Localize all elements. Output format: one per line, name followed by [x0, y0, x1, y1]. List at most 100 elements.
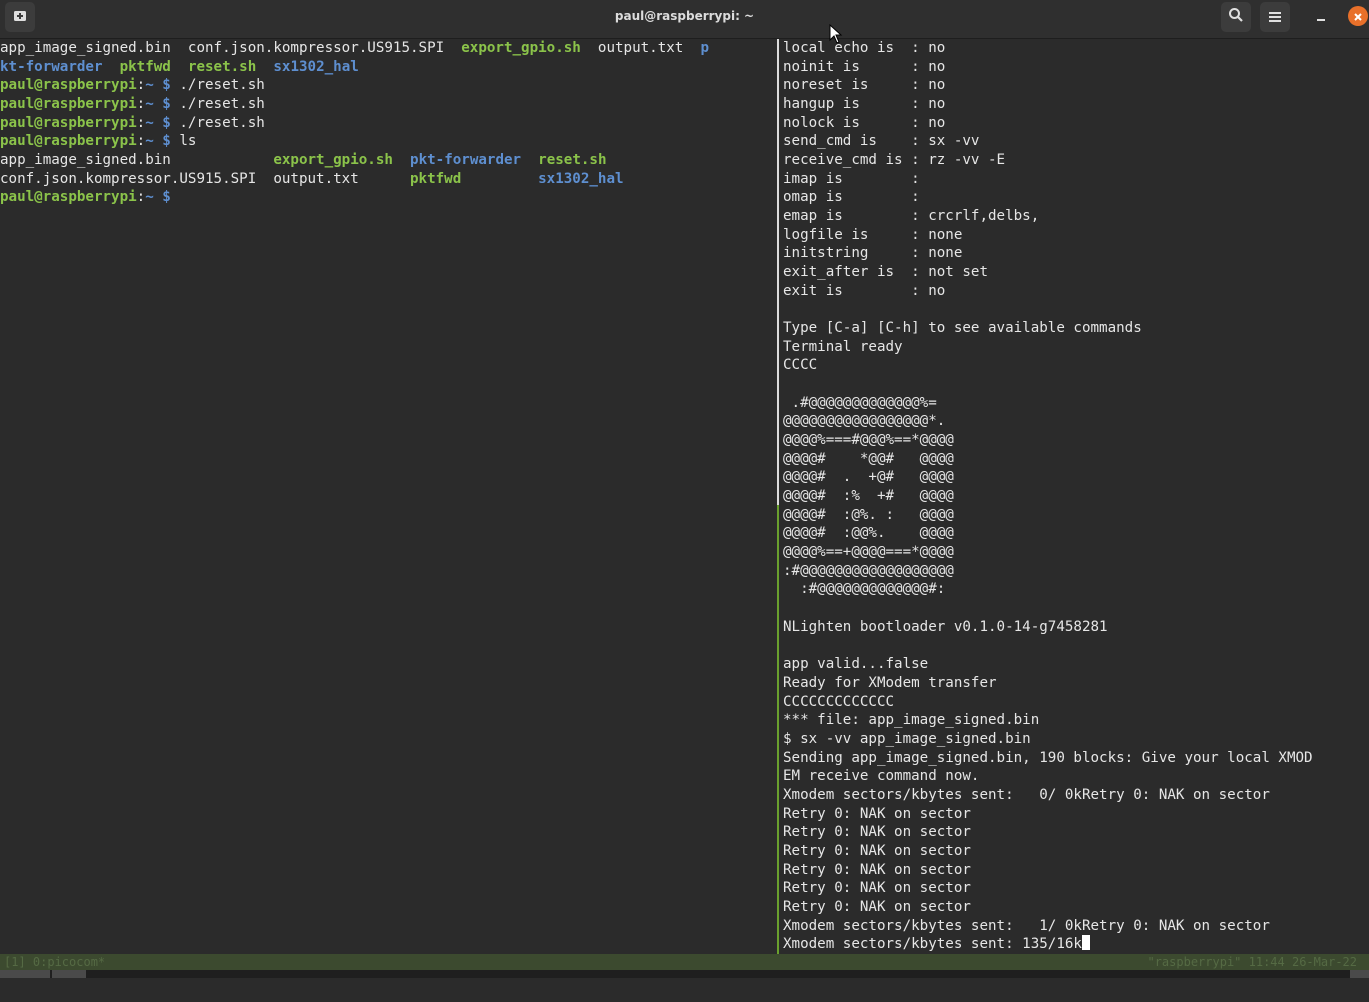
terminal-text: imap is : [783, 170, 920, 187]
terminal-text: local echo is : no [783, 40, 946, 56]
search-button[interactable] [1221, 2, 1251, 32]
terminal-line: imap is : [783, 170, 1369, 189]
taskbar-item[interactable] [52, 970, 86, 978]
terminal-text: paul@raspberrypi [0, 114, 137, 131]
terminal-line: @@@@# :@@%. @@@@ [783, 524, 1369, 543]
terminal-text: Xmodem sectors/kbytes sent: 1/ 0kRetry 0… [783, 917, 1270, 934]
terminal-text: $ sx -vv app_image_signed.bin [783, 730, 1031, 747]
terminal-text: app_image_signed.bin [0, 152, 274, 169]
terminal-text: .#@@@@@@@@@@@@@%= [783, 394, 937, 411]
taskbar-item[interactable] [1350, 970, 1369, 978]
terminal-line: app_image_signed.bin export_gpio.sh pkt-… [0, 151, 776, 170]
terminal-line: Retry 0: NAK on sector [783, 898, 1369, 917]
window-title: paul@raspberrypi: ~ [614, 9, 755, 23]
terminal-text: : [136, 96, 146, 113]
terminal-line: logfile is : none [783, 226, 1369, 245]
terminal-line: *** file: app_image_signed.bin [783, 711, 1369, 730]
terminal-line: @@@@# :% +# @@@@ [783, 487, 1369, 506]
terminal-line: app valid...false [783, 655, 1369, 674]
terminal-text: ~ $ [145, 77, 171, 94]
terminal-text: @@@@%==+@@@@===*@@@@ [783, 544, 954, 561]
terminal-line: app_image_signed.bin conf.json.kompresso… [0, 39, 776, 58]
terminal-text: send_cmd is : sx -vv [783, 133, 980, 150]
terminal-text: reset.sh [187, 58, 257, 75]
terminal-text: conf.json.kompressor.US915.SPI output.tx… [0, 170, 410, 187]
terminal-line: Xmodem sectors/kbytes sent: 0/ 0kRetry 0… [783, 786, 1369, 805]
terminal-text: :#@@@@@@@@@@@@@#: [783, 581, 946, 598]
terminal-text: ~ $ [145, 96, 171, 113]
terminal-text: @@@@# :@@%. @@@@ [783, 525, 954, 542]
terminal-text: @@@@@@@@@@@@@@@@@*. [783, 413, 946, 430]
terminal-text: noinit is : no [783, 58, 946, 75]
terminal-text: CCCC [783, 357, 818, 374]
terminal-text: app valid...false [783, 656, 929, 673]
terminal-line: noinit is : no [783, 58, 1369, 77]
minimize-button[interactable] [1311, 6, 1331, 26]
terminal-line: paul@raspberrypi:~ $ ./reset.sh [0, 95, 776, 114]
status-host-time: "raspberrypi" 11:44 26-Mar-22 [1147, 955, 1357, 969]
status-window-list: [1] 0:picocom* [4, 955, 106, 969]
left-terminal-pane[interactable]: app_image_signed.bin conf.json.kompresso… [0, 39, 776, 954]
terminal-text: output.txt [580, 40, 701, 56]
terminal-line: Xmodem sectors/kbytes sent: 135/16k [783, 935, 1369, 954]
terminal-line: initstring : none [783, 244, 1369, 263]
terminal-text: @@@@%===#@@@%==*@@@@ [783, 432, 954, 449]
terminal-text: kt-forwarder [0, 58, 103, 75]
close-icon [1353, 7, 1363, 26]
terminal-text: : [136, 189, 146, 206]
terminal-line: :#@@@@@@@@@@@@@#: [783, 580, 1369, 599]
terminal-text: Retry 0: NAK on sector [783, 880, 971, 897]
terminal-line: paul@raspberrypi:~ $ ls [0, 132, 776, 151]
terminal-text: paul@raspberrypi [0, 77, 137, 94]
terminal-text: Retry 0: NAK on sector [783, 861, 971, 878]
terminal-line: @@@@%===#@@@%==*@@@@ [783, 431, 1369, 450]
terminal-text: @@@@# :% +# @@@@ [783, 488, 954, 505]
terminal-text: CCCCCCCCCCCCC [783, 693, 895, 710]
terminal-text: pktfwd [119, 58, 171, 75]
terminal-line: conf.json.kompressor.US915.SPI output.tx… [0, 170, 776, 189]
terminal-text: NLighten bootloader v0.1.0-14-g7458281 [783, 618, 1108, 635]
terminal-line: EM receive command now. [783, 767, 1369, 786]
terminal-text: export_gpio.sh [461, 40, 581, 56]
terminal-line: :#@@@@@@@@@@@@@@@@@@ [783, 562, 1369, 581]
terminal-line: Xmodem sectors/kbytes sent: 1/ 0kRetry 0… [783, 917, 1369, 936]
terminal-line: @@@@%==+@@@@===*@@@@ [783, 543, 1369, 562]
terminal-line: Ready for XModem transfer [783, 674, 1369, 693]
terminal-text: app_image_signed.bin conf.json.kompresso… [0, 40, 462, 56]
right-terminal-pane[interactable]: local echo is : no noinit is : no noreset … [783, 39, 1369, 954]
terminal-text: : [136, 133, 146, 150]
terminal-text: reset.sh [538, 152, 607, 169]
terminal-line: paul@raspberrypi:~ $ ./reset.sh [0, 76, 776, 95]
terminal-line: Type [C-a] [C-h] to see available comman… [783, 319, 1369, 338]
terminal-text: p [700, 40, 709, 56]
terminal-text: Retry 0: NAK on sector [783, 842, 971, 859]
search-icon [1228, 7, 1244, 27]
terminal-line: paul@raspberrypi:~ $ [0, 188, 776, 207]
terminal-text: initstring : none [783, 245, 963, 262]
terminal-line: Retry 0: NAK on sector [783, 823, 1369, 842]
terminal-text: receive_cmd is : rz -vv -E [783, 152, 1006, 169]
terminal-line: NLighten bootloader v0.1.0-14-g7458281 [783, 618, 1369, 637]
terminal-text: ./reset.sh [170, 114, 265, 131]
terminal-line: hangup is : no [783, 95, 1369, 114]
terminal-text: Xmodem sectors/kbytes sent: 0/ 0kRetry 0… [783, 786, 1270, 803]
close-button[interactable] [1348, 6, 1368, 26]
terminal-line: Terminal ready [783, 338, 1369, 357]
terminal-text: exit_after is : not set [783, 264, 988, 281]
terminal-text: paul@raspberrypi [0, 189, 137, 206]
terminal-line: Retry 0: NAK on sector [783, 805, 1369, 824]
terminal-text: sx1302_hal [538, 170, 624, 187]
terminal-text: Type [C-a] [C-h] to see available comman… [783, 320, 1142, 337]
terminal-text: logfile is : none [783, 226, 963, 243]
terminal-text: @@@@# *@@# @@@@ [783, 450, 954, 467]
terminal-text: emap is : crcrlf,delbs, [783, 208, 1040, 225]
menu-button[interactable] [1260, 2, 1290, 32]
taskbar-item[interactable] [0, 970, 50, 978]
terminal-text: Retry 0: NAK on sector [783, 898, 971, 915]
